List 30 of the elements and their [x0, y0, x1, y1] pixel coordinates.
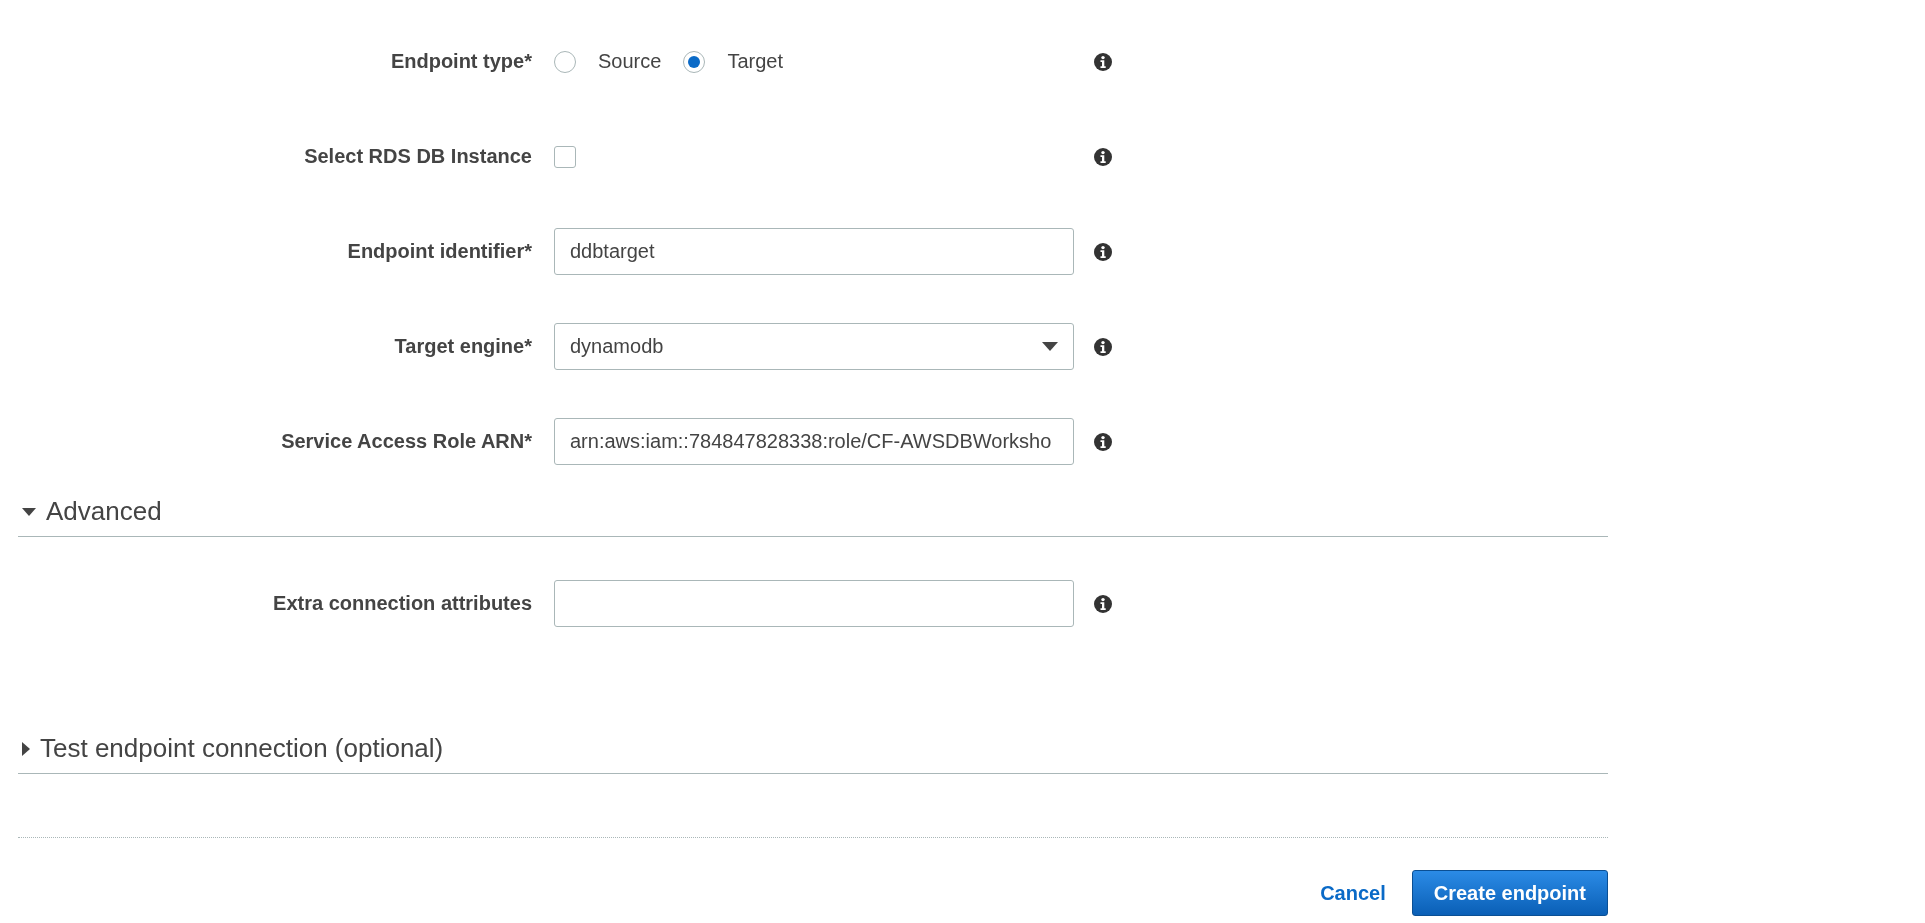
caret-icon	[22, 741, 30, 756]
text-field[interactable]: ddbtarget	[554, 228, 1074, 275]
info-icon[interactable]	[1094, 147, 1112, 166]
section-title: Advanced	[46, 496, 162, 527]
test-connection-header[interactable]: Test endpoint connection (optional)	[18, 724, 1608, 774]
create-endpoint-button[interactable]: Create endpoint	[1411, 870, 1608, 916]
caret-icon	[1042, 342, 1058, 351]
field-label: Target engine*	[394, 335, 532, 358]
info-icon[interactable]	[1094, 432, 1112, 451]
text-field[interactable]: arn:aws:iam::784847828338:role/CF-AWSDBWorksho	[554, 418, 1074, 465]
radio-button[interactable]	[554, 50, 576, 73]
dropdown[interactable]: dynamodb	[554, 323, 1074, 370]
info-icon[interactable]	[1094, 242, 1112, 261]
field-label: Endpoint type*	[390, 50, 532, 73]
radio-label: Target	[727, 50, 783, 73]
info-icon[interactable]	[1094, 337, 1112, 356]
text-field[interactable]	[554, 580, 1074, 627]
info-icon[interactable]	[1094, 52, 1112, 71]
info-icon[interactable]	[1094, 594, 1112, 613]
caret-icon	[22, 507, 36, 516]
field-label: Endpoint identifier*	[347, 240, 532, 263]
cancel-link[interactable]: Cancel	[1320, 881, 1386, 905]
radio-button[interactable]	[683, 50, 706, 73]
field-label: Service Access Role ARN*	[281, 430, 532, 453]
checkbox[interactable]	[554, 145, 576, 168]
section-title: Test endpoint connection (optional)	[40, 733, 444, 764]
advanced-header[interactable]: Advanced	[18, 487, 1608, 537]
radio-label: Source	[598, 50, 662, 73]
field-label: Select RDS DB Instance	[304, 145, 532, 168]
field-label: Extra connection attributes	[273, 592, 532, 615]
